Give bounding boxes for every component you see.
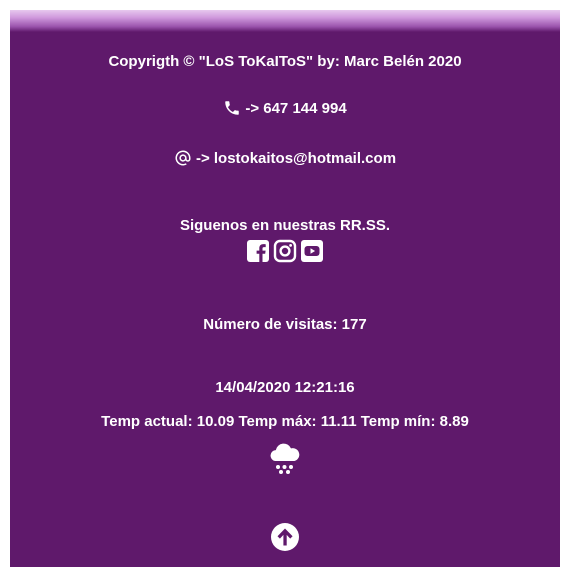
at-sign-icon <box>174 149 192 167</box>
arrow-up-circle-icon[interactable] <box>270 522 300 552</box>
email-line: -> lostokaitos@hotmail.com <box>10 149 560 167</box>
weather-temperatures: Temp actual: 10.09 Temp máx: 11.11 Temp … <box>101 413 469 430</box>
back-to-top-wrap <box>10 522 560 552</box>
visit-counter: Número de visitas: 177 <box>203 316 367 333</box>
site-footer: Copyrigth © "LoS ToKaIToS" by: Marc Belé… <box>10 10 560 567</box>
email-address[interactable]: -> lostokaitos@hotmail.com <box>196 150 396 167</box>
phone-icon <box>223 99 241 117</box>
instagram-icon[interactable] <box>273 239 297 263</box>
social-heading: Siguenos en nuestras RR.SS. <box>179 217 391 234</box>
copyright-text: Copyrigth © "LoS ToKaIToS" by: Marc Belé… <box>108 53 462 70</box>
phone-line: -> 647 144 994 <box>10 99 560 117</box>
youtube-icon[interactable] <box>300 239 324 263</box>
phone-number[interactable]: -> 647 144 994 <box>245 100 346 117</box>
current-datetime: 14/04/2020 12:21:16 <box>215 379 355 396</box>
weather-icon-wrap <box>10 440 560 476</box>
footer-top-glow <box>10 10 560 32</box>
social-links <box>10 239 560 263</box>
rain-cloud-icon <box>267 440 303 476</box>
facebook-icon[interactable] <box>246 239 270 263</box>
